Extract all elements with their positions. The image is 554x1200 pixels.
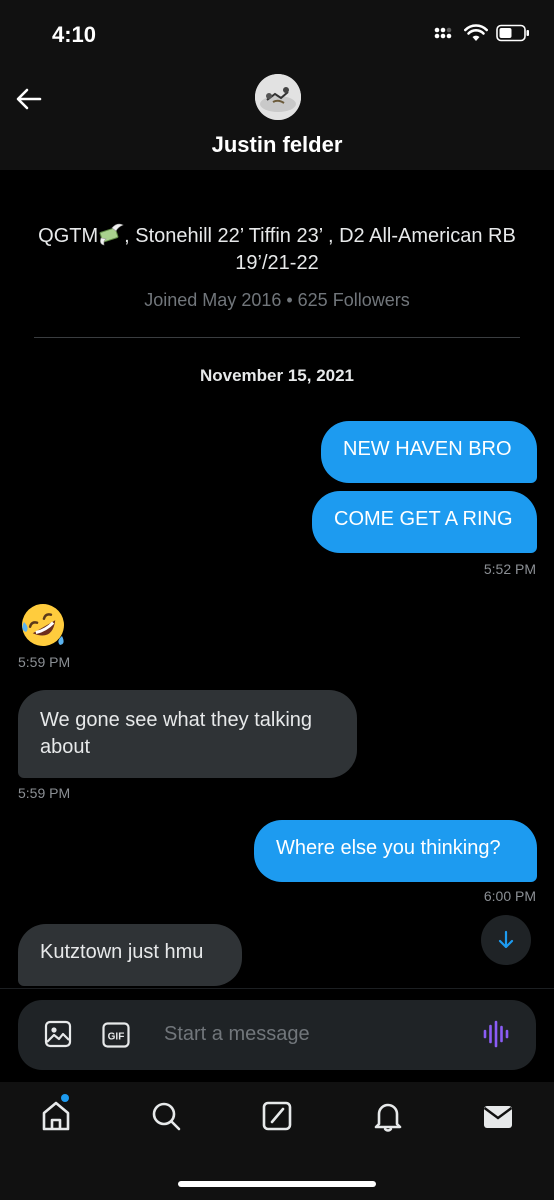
- voice-icon: [483, 1020, 509, 1048]
- scroll-to-bottom-button[interactable]: [481, 915, 531, 965]
- money-with-wings-emoji: [99, 223, 124, 246]
- status-time: 4:10: [52, 22, 97, 47]
- signal-icon: [434, 27, 456, 39]
- status-bar: 4:10: [0, 0, 554, 66]
- message-timestamp: 6:00 PM: [483, 888, 536, 904]
- status-icons: [434, 24, 530, 42]
- wifi-icon: [464, 24, 488, 41]
- bio-text-rest: , Stonehill 22’ Tiffin 23’ , D2 All-Amer…: [124, 225, 516, 274]
- arrow-down-icon: [498, 930, 514, 949]
- home-indicator: [178, 1181, 376, 1187]
- divider: [34, 337, 520, 338]
- home-icon: [42, 1101, 70, 1131]
- add-image-button[interactable]: [44, 1020, 72, 1053]
- contact-name[interactable]: Justin felder: [0, 132, 554, 158]
- search-icon: [152, 1102, 181, 1131]
- tab-search[interactable]: [148, 1098, 184, 1134]
- add-gif-button[interactable]: GIF: [102, 1022, 130, 1053]
- gif-label: GIF: [108, 1032, 125, 1043]
- message-timestamp: 5:59 PM: [18, 785, 71, 801]
- profile-bio: QGTM , Stonehill 22’ Tiffin 23’ , D2 All-…: [30, 222, 524, 277]
- messages-icon: [483, 1106, 513, 1128]
- tab-home[interactable]: [38, 1098, 74, 1134]
- message-outgoing[interactable]: COME GET A RING: [312, 491, 537, 553]
- notifications-icon: [374, 1103, 402, 1132]
- tab-notifications[interactable]: [370, 1098, 406, 1134]
- gif-icon: GIF: [102, 1022, 130, 1048]
- back-button[interactable]: [14, 84, 44, 114]
- avatar-image: [255, 74, 301, 120]
- avatar[interactable]: [255, 74, 301, 120]
- conversation-header: Justin felder: [0, 66, 554, 170]
- message-outgoing[interactable]: Where else you thinking?: [254, 820, 537, 882]
- date-separator: November 15, 2021: [199, 366, 355, 385]
- tab-messages[interactable]: [480, 1098, 516, 1134]
- message-timestamp: 5:59 PM: [18, 654, 71, 670]
- battery-icon: [496, 24, 529, 42]
- rolling-on-floor-laughing-emoji[interactable]: [18, 600, 68, 650]
- home-notification-dot: [61, 1094, 69, 1102]
- voice-message-button[interactable]: [482, 1020, 510, 1053]
- message-composer[interactable]: GIF Start a message: [18, 1000, 536, 1070]
- message-incoming[interactable]: We gone see what they talking about: [18, 690, 357, 778]
- message-outgoing[interactable]: NEW HAVEN BRO: [321, 421, 537, 483]
- tab-grok[interactable]: [259, 1098, 295, 1134]
- message-input[interactable]: Start a message: [164, 1023, 310, 1046]
- image-icon: [44, 1020, 72, 1048]
- profile-meta: Joined May 2016 • 625 Followers: [144, 290, 410, 310]
- message-incoming[interactable]: Kutztown just hmu: [18, 924, 242, 986]
- bio-text-start: QGTM: [38, 225, 99, 247]
- grok-icon: [262, 1101, 292, 1131]
- back-arrow-icon: [16, 88, 42, 110]
- message-timestamp: 5:52 PM: [483, 561, 536, 577]
